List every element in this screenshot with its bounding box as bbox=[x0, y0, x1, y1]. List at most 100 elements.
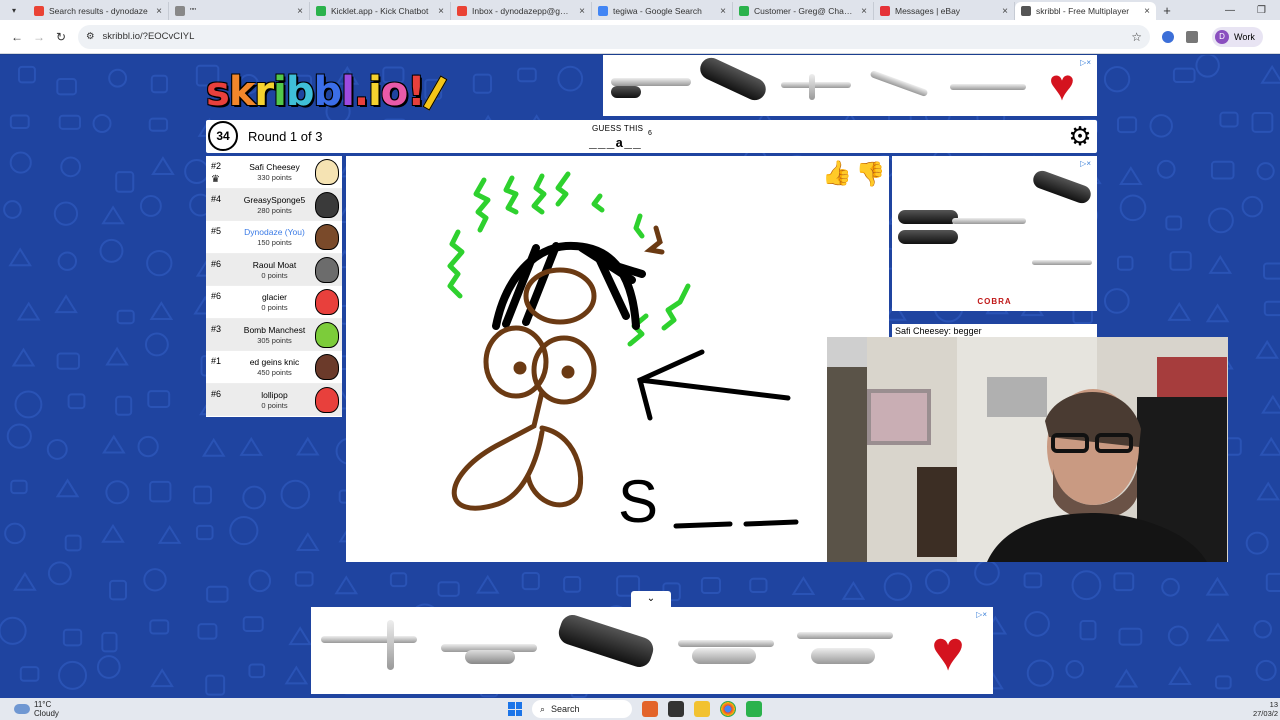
taskbar-app-icon[interactable] bbox=[746, 701, 762, 717]
player-name: glacier bbox=[261, 292, 288, 302]
background-doodle bbox=[1119, 166, 1143, 185]
chat-author: Safi Cheesey bbox=[895, 326, 949, 336]
extension-icon[interactable] bbox=[1162, 30, 1174, 43]
browser-tab[interactable]: "" × bbox=[169, 2, 310, 20]
background-doodle bbox=[1206, 622, 1230, 642]
weather-widget[interactable]: 11°C Cloudy bbox=[14, 700, 214, 718]
drawing-canvas[interactable]: S bbox=[346, 156, 889, 562]
crown-icon: ♛ bbox=[211, 174, 220, 185]
tab-close-icon[interactable]: × bbox=[438, 6, 444, 17]
url-field[interactable]: ⚙ skribbl.io/?EOCvCIYL ☆ bbox=[78, 24, 1150, 49]
ad-product-image bbox=[791, 620, 897, 681]
tab-close-icon[interactable]: × bbox=[297, 6, 303, 17]
background-doodle bbox=[1214, 675, 1232, 690]
tab-search-icon[interactable]: ▾ bbox=[0, 0, 28, 20]
background-doodle bbox=[149, 301, 174, 320]
player-row[interactable]: #5 Dynodaze (You) 150 points bbox=[206, 221, 342, 254]
background-doodle bbox=[472, 73, 492, 94]
side-ad-banner[interactable]: ▷× COBRA bbox=[892, 156, 1097, 311]
ad-choices-icon[interactable]: ▷× bbox=[976, 610, 987, 619]
background-doodle bbox=[206, 585, 229, 603]
player-name: ed geins knic bbox=[249, 357, 300, 367]
player-row[interactable]: #1 ed geins knic 450 points bbox=[206, 351, 342, 384]
ad-product-image bbox=[554, 611, 660, 681]
tab-close-icon[interactable]: × bbox=[1002, 6, 1008, 17]
ad-product-image bbox=[694, 55, 770, 107]
browser-tab[interactable]: Inbox - dynodazepp@gmail × bbox=[451, 2, 592, 20]
chrome-icon[interactable] bbox=[720, 701, 736, 717]
tab-close-icon[interactable]: × bbox=[579, 6, 585, 17]
browser-tab[interactable]: Search results - dynodaze × bbox=[28, 2, 169, 20]
top-ad-banner[interactable]: ♥ ▷× bbox=[603, 55, 1097, 116]
tab-favicon-icon bbox=[880, 6, 890, 16]
system-clock[interactable]: 13 27/03/2 bbox=[1253, 700, 1280, 718]
tab-favicon-icon bbox=[457, 6, 467, 16]
skribbl-logo: skribbl.io! bbox=[206, 69, 447, 115]
browser-tab[interactable]: Kicklet.app - Kick Chatbot × bbox=[310, 2, 451, 20]
tab-close-icon[interactable]: × bbox=[156, 6, 162, 17]
site-info-icon[interactable]: ⚙ bbox=[86, 31, 95, 42]
reload-icon[interactable]: ↻ bbox=[50, 30, 72, 44]
hair bbox=[492, 241, 646, 330]
profile-button[interactable]: D Work bbox=[1212, 26, 1263, 47]
bottom-ad-banner[interactable]: ♥ ▷× bbox=[311, 607, 993, 694]
tab-close-icon[interactable]: × bbox=[1144, 6, 1150, 17]
thumbs-up-icon[interactable]: 👍 bbox=[822, 159, 852, 188]
background-doodle bbox=[1241, 195, 1264, 218]
bookmark-star-icon[interactable]: ☆ bbox=[1131, 30, 1142, 44]
player-list: #2 Safi Cheesey 330 points ♛ #4 GreasySponge5… bbox=[206, 156, 342, 417]
tab-label: Messages | eBay bbox=[895, 6, 961, 16]
taskbar-search[interactable]: ⌕ Search bbox=[532, 700, 632, 718]
new-tab-button[interactable]: + bbox=[1156, 2, 1178, 20]
thumbs-down-icon[interactable]: 👍 bbox=[856, 159, 886, 188]
background-doodle bbox=[205, 674, 226, 696]
ad-choices-icon[interactable]: ▷× bbox=[1080, 58, 1091, 67]
player-row[interactable]: #6 lollipop 0 points bbox=[206, 383, 342, 416]
player-row[interactable]: #2 Safi Cheesey 330 points ♛ bbox=[206, 156, 342, 189]
background-doodle bbox=[144, 332, 169, 357]
windows-start-icon[interactable] bbox=[508, 702, 522, 716]
file-explorer-icon[interactable] bbox=[694, 701, 710, 717]
round-indicator: Round 1 of 3 bbox=[248, 129, 323, 144]
player-rank: #4 bbox=[211, 193, 222, 204]
settings-gear-icon[interactable]: ⚙ bbox=[1067, 123, 1093, 149]
background-doodle bbox=[105, 346, 129, 366]
browser-tab[interactable]: Customer - Greg@ Change × bbox=[733, 2, 874, 20]
ad-brand-heart-icon: ♥ bbox=[931, 619, 965, 682]
forward-icon[interactable]: → bbox=[28, 30, 50, 44]
background-doodle bbox=[8, 247, 32, 267]
background-doodle bbox=[58, 114, 82, 130]
extensions-puzzle-icon[interactable] bbox=[1186, 30, 1198, 43]
browser-tab[interactable]: skribbl - Free Multiplayer × bbox=[1015, 2, 1156, 20]
taskbar-app-icon[interactable] bbox=[642, 701, 658, 717]
back-icon[interactable]: ← bbox=[6, 30, 28, 44]
minimize-icon[interactable]: — bbox=[1225, 5, 1235, 16]
address-bar: ← → ↻ ⚙ skribbl.io/?EOCvCIYL ☆ D Work bbox=[0, 20, 1280, 54]
background-doodle bbox=[1256, 162, 1275, 181]
background-doodle bbox=[55, 478, 80, 498]
player-row[interactable]: #4 GreasySponge5 280 points bbox=[206, 188, 342, 221]
browser-tab[interactable]: tegiwa - Google Search × bbox=[592, 2, 733, 20]
tab-close-icon[interactable]: × bbox=[720, 6, 726, 17]
background-doodle bbox=[19, 666, 40, 682]
browser-tab[interactable]: Messages | eBay × bbox=[874, 2, 1015, 20]
ad-product-image bbox=[779, 64, 852, 107]
cloud-icon bbox=[14, 704, 30, 714]
player-row[interactable]: #6 glacier 0 points bbox=[206, 286, 342, 319]
player-rank: #1 bbox=[211, 356, 222, 366]
background-doodle bbox=[974, 559, 1000, 586]
player-avatar bbox=[315, 354, 339, 380]
task-view-icon[interactable] bbox=[668, 701, 684, 717]
background-doodle bbox=[11, 347, 36, 367]
player-name: lollipop bbox=[261, 389, 288, 400]
maximize-icon[interactable]: ❐ bbox=[1257, 5, 1266, 16]
tab-close-icon[interactable]: × bbox=[861, 6, 867, 17]
player-row[interactable]: #6 Raoul Moat 0 points bbox=[206, 253, 342, 286]
background-doodle bbox=[53, 201, 79, 226]
background-doodle bbox=[1161, 577, 1180, 597]
background-doodle bbox=[193, 485, 213, 505]
background-doodle bbox=[147, 390, 171, 408]
player-row[interactable]: #3 Bomb Manchest 305 points bbox=[206, 318, 342, 351]
player-rank: #6 bbox=[211, 258, 222, 269]
collapse-ad-chevron-icon[interactable]: ⌄ bbox=[631, 591, 671, 607]
